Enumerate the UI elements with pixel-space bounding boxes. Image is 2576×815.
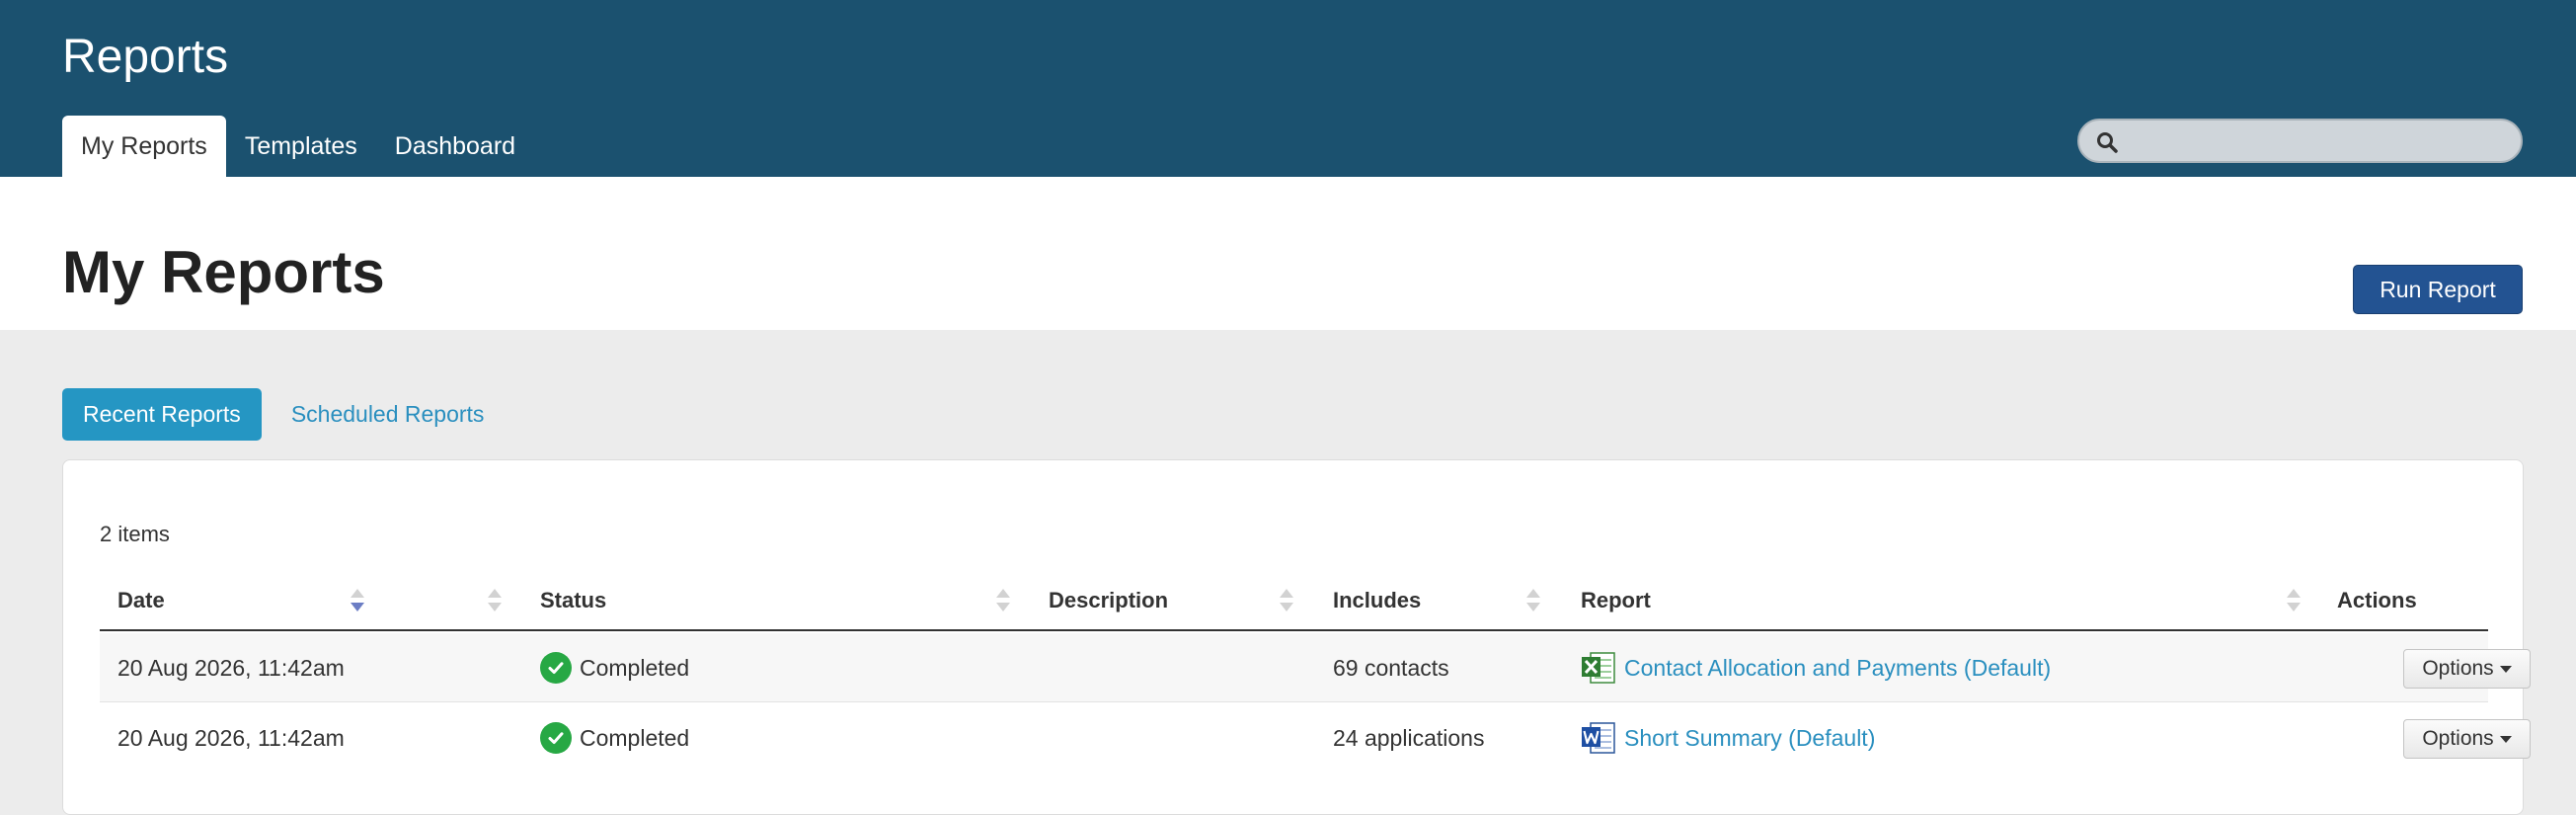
report-link[interactable]: Contact Allocation and Payments (Default… (1624, 655, 2051, 682)
top-header: Reports My Reports Templates Dashboard (0, 0, 2576, 177)
status-text: Completed (580, 654, 690, 681)
search-icon (2097, 132, 2118, 153)
tab-my-reports[interactable]: My Reports (62, 116, 226, 177)
reports-panel: 2 items Date Status Description Includes… (62, 459, 2531, 815)
sort-description-icon[interactable] (1280, 589, 1293, 614)
column-report-label: Report (1581, 587, 1651, 612)
column-description-label: Description (1049, 587, 1169, 612)
caret-down-icon (2499, 665, 2512, 673)
column-date-label: Date (117, 587, 165, 612)
row-status: Completed (540, 703, 689, 773)
row-date: 20 Aug 2026, 11:42am (117, 724, 345, 751)
row-report: Short Summary (Default) (1581, 703, 1875, 773)
search-input[interactable] (2131, 124, 2506, 158)
report-link[interactable]: Short Summary (Default) (1624, 725, 1875, 752)
run-report-button[interactable]: Run Report (2353, 265, 2523, 314)
word-file-icon (1581, 721, 1616, 755)
table-header: Date Status Description Includes Report … (100, 569, 2488, 631)
sort-includes-icon[interactable] (1526, 589, 1540, 614)
sort-report-icon[interactable] (2287, 589, 2301, 614)
tab-scheduled-reports[interactable]: Scheduled Reports (271, 388, 506, 441)
column-header-description[interactable]: Description (1049, 569, 1168, 631)
sort-status-icon[interactable] (996, 589, 1010, 614)
column-header-report[interactable]: Report (1581, 569, 1651, 631)
sort-date-icon[interactable] (351, 589, 364, 614)
options-button[interactable]: Options (2403, 719, 2531, 759)
tab-templates[interactable]: Templates (226, 116, 376, 177)
column-actions-label: Actions (2337, 587, 2417, 612)
row-includes: 24 applications (1333, 724, 1485, 751)
column-header-status[interactable]: Status (540, 569, 606, 631)
row-includes: 69 contacts (1333, 654, 1449, 681)
sort-unnamed-icon[interactable] (488, 589, 502, 614)
column-status-label: Status (540, 587, 607, 612)
row-report: Contact Allocation and Payments (Default… (1581, 633, 2051, 702)
report-subtabs: Recent Reports Scheduled Reports (62, 388, 505, 441)
status-text: Completed (580, 724, 690, 751)
page-title: My Reports (62, 239, 385, 305)
check-circle-icon (540, 652, 572, 684)
row-status: Completed (540, 633, 689, 702)
caret-down-icon (2499, 735, 2512, 743)
excel-file-icon (1581, 651, 1616, 685)
top-nav: My Reports Templates Dashboard (62, 116, 534, 177)
row-date: 20 Aug 2026, 11:42am (117, 654, 345, 681)
check-circle-icon (540, 722, 572, 754)
item-count: 2 items (100, 522, 170, 546)
column-header-includes[interactable]: Includes (1333, 569, 1421, 631)
column-header-date[interactable]: Date (117, 569, 165, 631)
tab-dashboard[interactable]: Dashboard (376, 116, 534, 177)
table-row: 20 Aug 2026, 11:42am Completed 24 applic… (100, 703, 2531, 773)
table-row: 20 Aug 2026, 11:42am Completed 69 contac… (100, 633, 2531, 702)
column-header-actions: Actions (2337, 569, 2417, 631)
app-title: Reports (62, 31, 229, 83)
options-button[interactable]: Options (2403, 649, 2531, 689)
options-label: Options (2422, 657, 2494, 680)
page-header: My Reports Run Report (0, 177, 2576, 330)
tab-recent-reports[interactable]: Recent Reports (62, 388, 262, 441)
search-box[interactable] (2077, 119, 2523, 163)
options-label: Options (2422, 727, 2494, 750)
column-includes-label: Includes (1333, 587, 1422, 612)
